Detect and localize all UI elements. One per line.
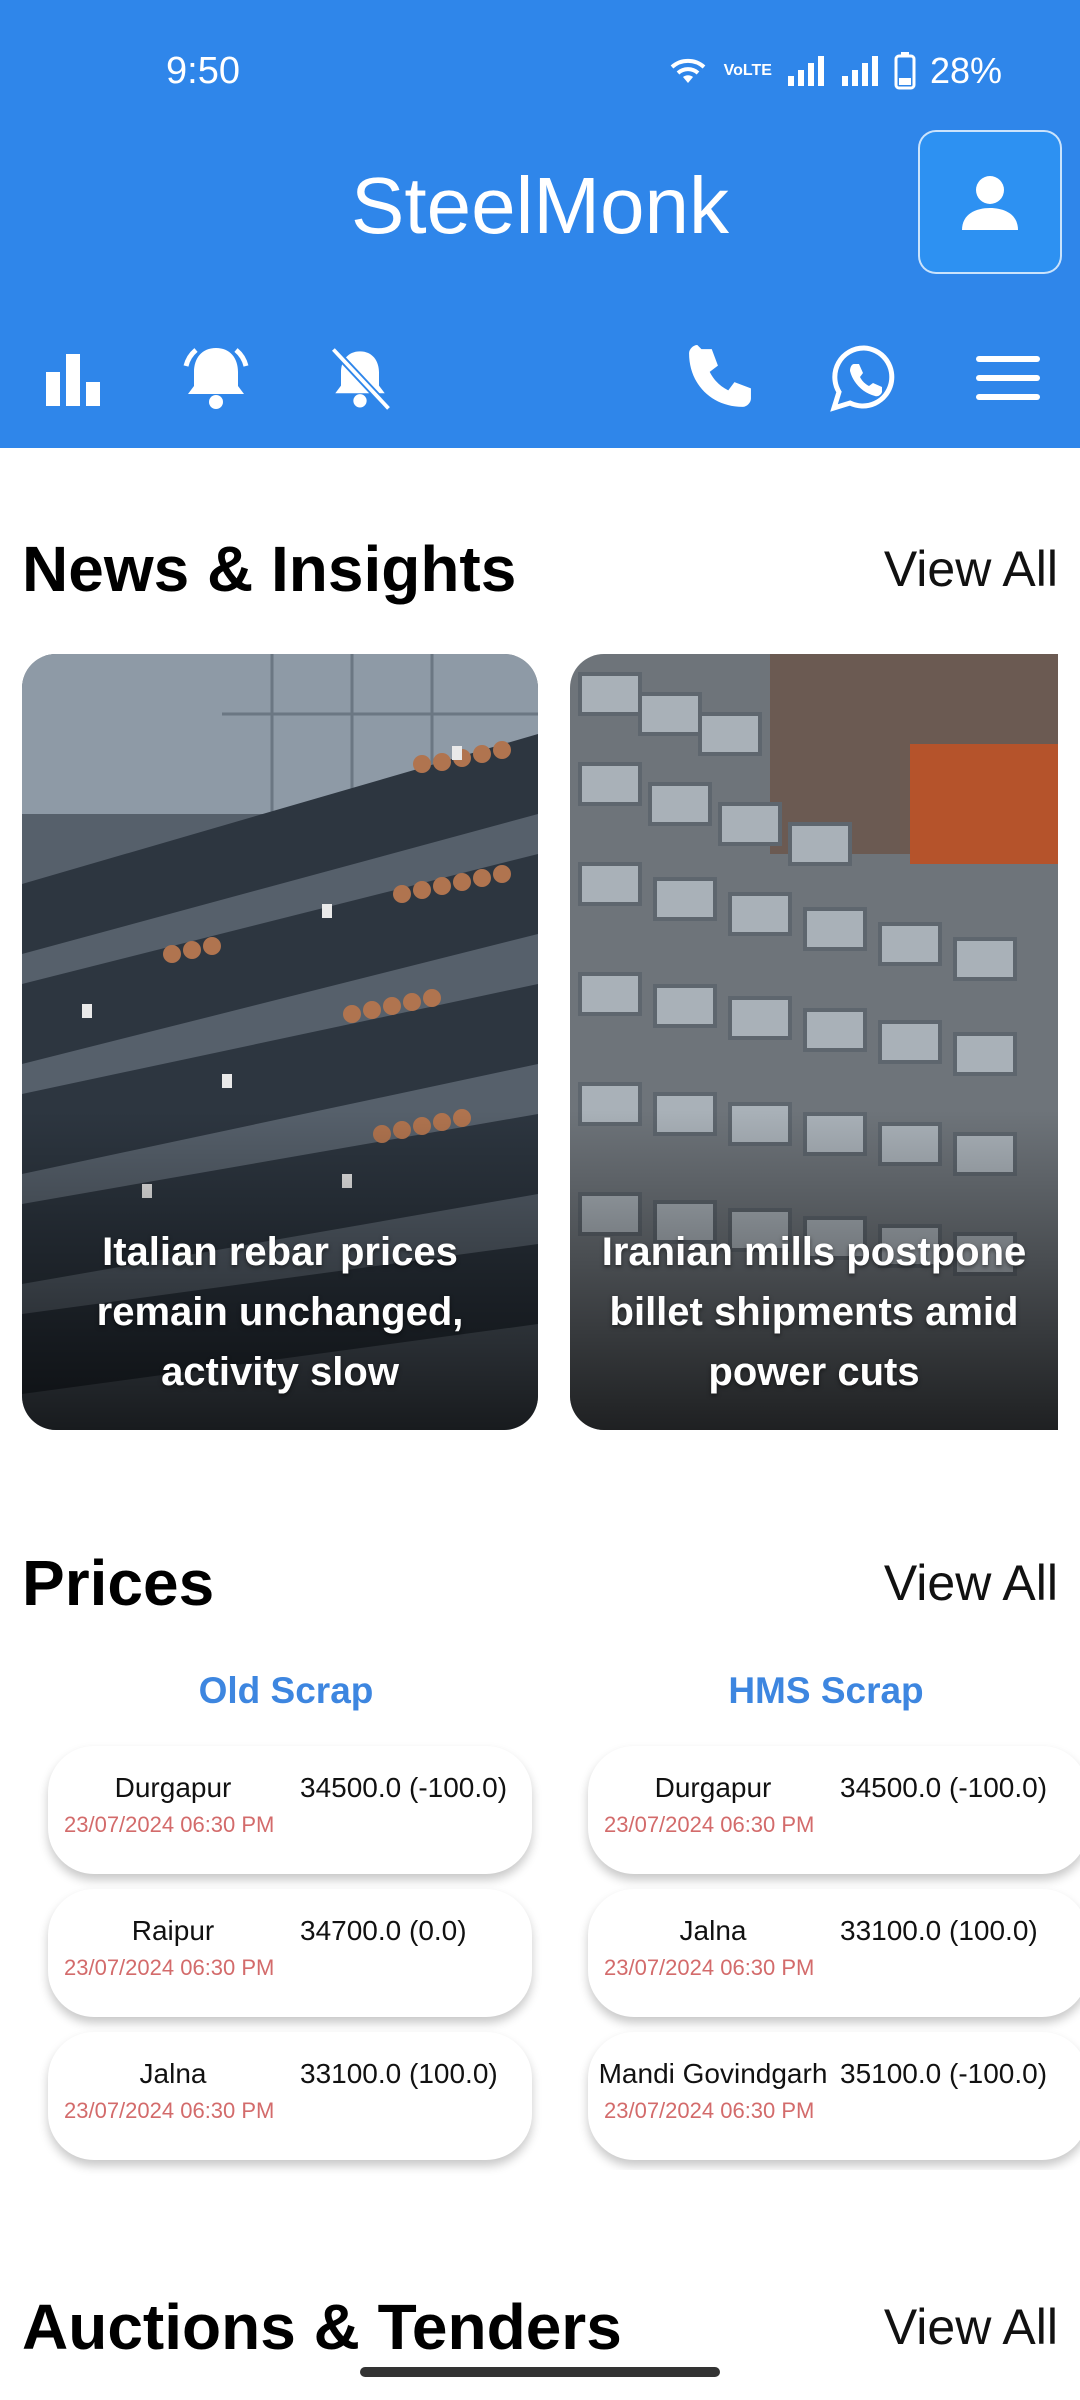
status-icons: VoLTE 28%	[666, 50, 1002, 92]
prices-title: Prices	[22, 1547, 215, 1619]
status-bar: 9:50 VoLTE 28%	[0, 40, 1080, 106]
price-card[interactable]: Durgapur 34500.0 (-100.0) 23/07/2024 06:…	[588, 1746, 1080, 1874]
status-time: 9:50	[166, 50, 240, 92]
news-section-header: News & Insights View All	[22, 532, 1058, 612]
signal-icon-2	[841, 56, 878, 86]
price-card[interactable]: Jalna 33100.0 (100.0) 23/07/2024 06:30 P…	[48, 2032, 532, 2160]
alarm-icon[interactable]	[176, 338, 256, 418]
profile-button[interactable]	[918, 130, 1062, 274]
price-value: 33100.0 (100.0)	[840, 1915, 1038, 1946]
prices-section-header: Prices View All	[22, 1546, 1058, 1626]
price-value: 34500.0 (-100.0)	[840, 1772, 1048, 1803]
price-card[interactable]: Raipur 34700.0 (0.0) 23/07/2024 06:30 PM	[48, 1889, 532, 2017]
phone-icon[interactable]	[680, 338, 760, 418]
price-card[interactable]: Jalna 33100.0 (100.0) 23/07/2024 06:30 P…	[588, 1889, 1080, 2017]
price-date: 23/07/2024 06:30 PM	[64, 1955, 275, 1980]
price-city: Jalna	[139, 2058, 207, 2089]
price-date: 23/07/2024 06:30 PM	[64, 1812, 275, 1837]
price-column-title[interactable]: HMS Scrap	[566, 1670, 1080, 1712]
home-indicator[interactable]	[360, 2367, 720, 2377]
price-column-hms-scrap: HMS Scrap Durgapur 34500.0 (-100.0) 23/0…	[566, 1670, 1080, 2170]
price-value: 34500.0 (-100.0)	[300, 1772, 508, 1803]
price-card[interactable]: Mandi Govindgarh 35100.0 (-100.0) 23/07/…	[588, 2032, 1080, 2160]
auctions-title: Auctions & Tenders	[22, 2291, 622, 2363]
price-city: Jalna	[679, 1915, 747, 1946]
price-city: Durgapur	[114, 1772, 232, 1803]
toolbar	[0, 320, 1080, 430]
person-icon	[962, 176, 1018, 230]
price-column-title[interactable]: Old Scrap	[26, 1670, 546, 1712]
wifi-icon	[670, 58, 705, 83]
news-view-all-link[interactable]: View All	[884, 540, 1058, 598]
bar-chart-icon[interactable]	[32, 338, 112, 418]
battery-icon	[894, 52, 916, 90]
auctions-section-header: Auctions & Tenders View All	[22, 2290, 1058, 2370]
price-city: Durgapur	[654, 1772, 772, 1803]
price-city: Raipur	[131, 1915, 215, 1946]
price-date: 23/07/2024 06:30 PM	[604, 1955, 815, 1980]
price-value: 33100.0 (100.0)	[300, 2058, 498, 2089]
notifications-off-icon[interactable]	[320, 338, 400, 418]
news-card-caption: Iranian mills postpone billet shipments …	[601, 1230, 1027, 1394]
price-value: 35100.0 (-100.0)	[840, 2058, 1048, 2089]
news-card[interactable]: Iranian mills postpone billet shipments …	[570, 654, 1058, 1430]
price-value: 34700.0 (0.0)	[300, 1915, 467, 1946]
news-card-caption: Italian rebar prices remain unchanged, a…	[96, 1230, 464, 1394]
news-title: News & Insights	[22, 533, 517, 605]
auctions-view-all-link[interactable]: View All	[884, 2298, 1058, 2356]
app-header: 9:50 VoLTE 28% SteelMonk	[0, 0, 1080, 448]
price-city: Mandi Govindgarh	[598, 2058, 828, 2089]
news-card[interactable]: Italian rebar prices remain unchanged, a…	[22, 654, 538, 1430]
price-date: 23/07/2024 06:30 PM	[604, 2098, 815, 2123]
signal-icon	[787, 56, 824, 86]
price-column-old-scrap: Old Scrap Durgapur 34500.0 (-100.0) 23/0…	[26, 1670, 546, 2170]
menu-icon[interactable]	[968, 338, 1048, 418]
whatsapp-icon[interactable]	[824, 338, 904, 418]
volte-icon: VoLTE	[723, 62, 772, 79]
price-card[interactable]: Durgapur 34500.0 (-100.0) 23/07/2024 06:…	[48, 1746, 532, 1874]
prices-view-all-link[interactable]: View All	[884, 1554, 1058, 1612]
price-date: 23/07/2024 06:30 PM	[64, 2098, 275, 2123]
battery-percent: 28%	[929, 50, 1002, 91]
price-date: 23/07/2024 06:30 PM	[604, 1812, 815, 1837]
